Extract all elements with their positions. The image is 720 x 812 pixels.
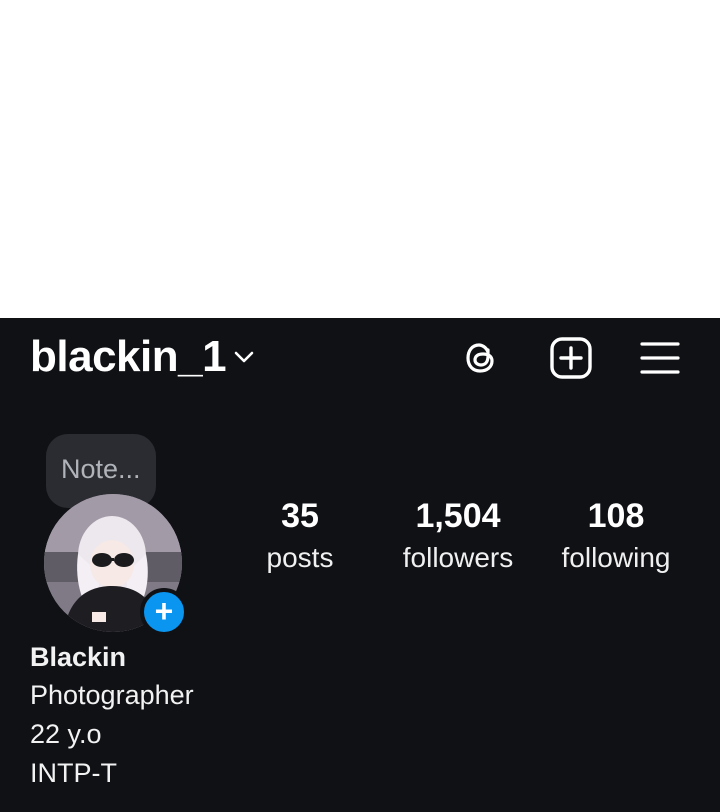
posts-label: posts (266, 542, 334, 573)
profile-panel: blackin_1 Note... + 35 posts 1,504 follo… (0, 318, 720, 812)
followers-stat[interactable]: 1,504 followers (388, 496, 528, 580)
posts-stat[interactable]: 35 posts (250, 496, 350, 580)
profile-bio: Blackin Photographer 22 y.o INTP-T (30, 638, 194, 793)
bio-line-personality: INTP-T (30, 758, 117, 788)
chevron-down-icon[interactable] (232, 348, 256, 366)
blank-top-area (0, 0, 720, 318)
following-stat[interactable]: 108 following (550, 496, 682, 580)
hamburger-menu-icon[interactable] (638, 336, 682, 380)
create-plus-icon[interactable] (549, 336, 593, 380)
bio-line-age: 22 y.o (30, 719, 102, 749)
followers-label: followers (402, 542, 514, 573)
posts-count: 35 (281, 497, 319, 535)
threads-icon[interactable] (459, 336, 503, 380)
following-count: 108 (587, 497, 645, 535)
add-story-button[interactable]: + (140, 588, 188, 636)
display-name: Blackin (30, 642, 127, 672)
followers-count: 1,504 (415, 497, 501, 535)
profile-header: blackin_1 (0, 318, 720, 400)
note-placeholder: Note... (61, 454, 141, 484)
following-label: following (561, 542, 671, 573)
username-switcher[interactable]: blackin_1 (30, 332, 227, 382)
bio-line-occupation: Photographer (30, 680, 194, 710)
